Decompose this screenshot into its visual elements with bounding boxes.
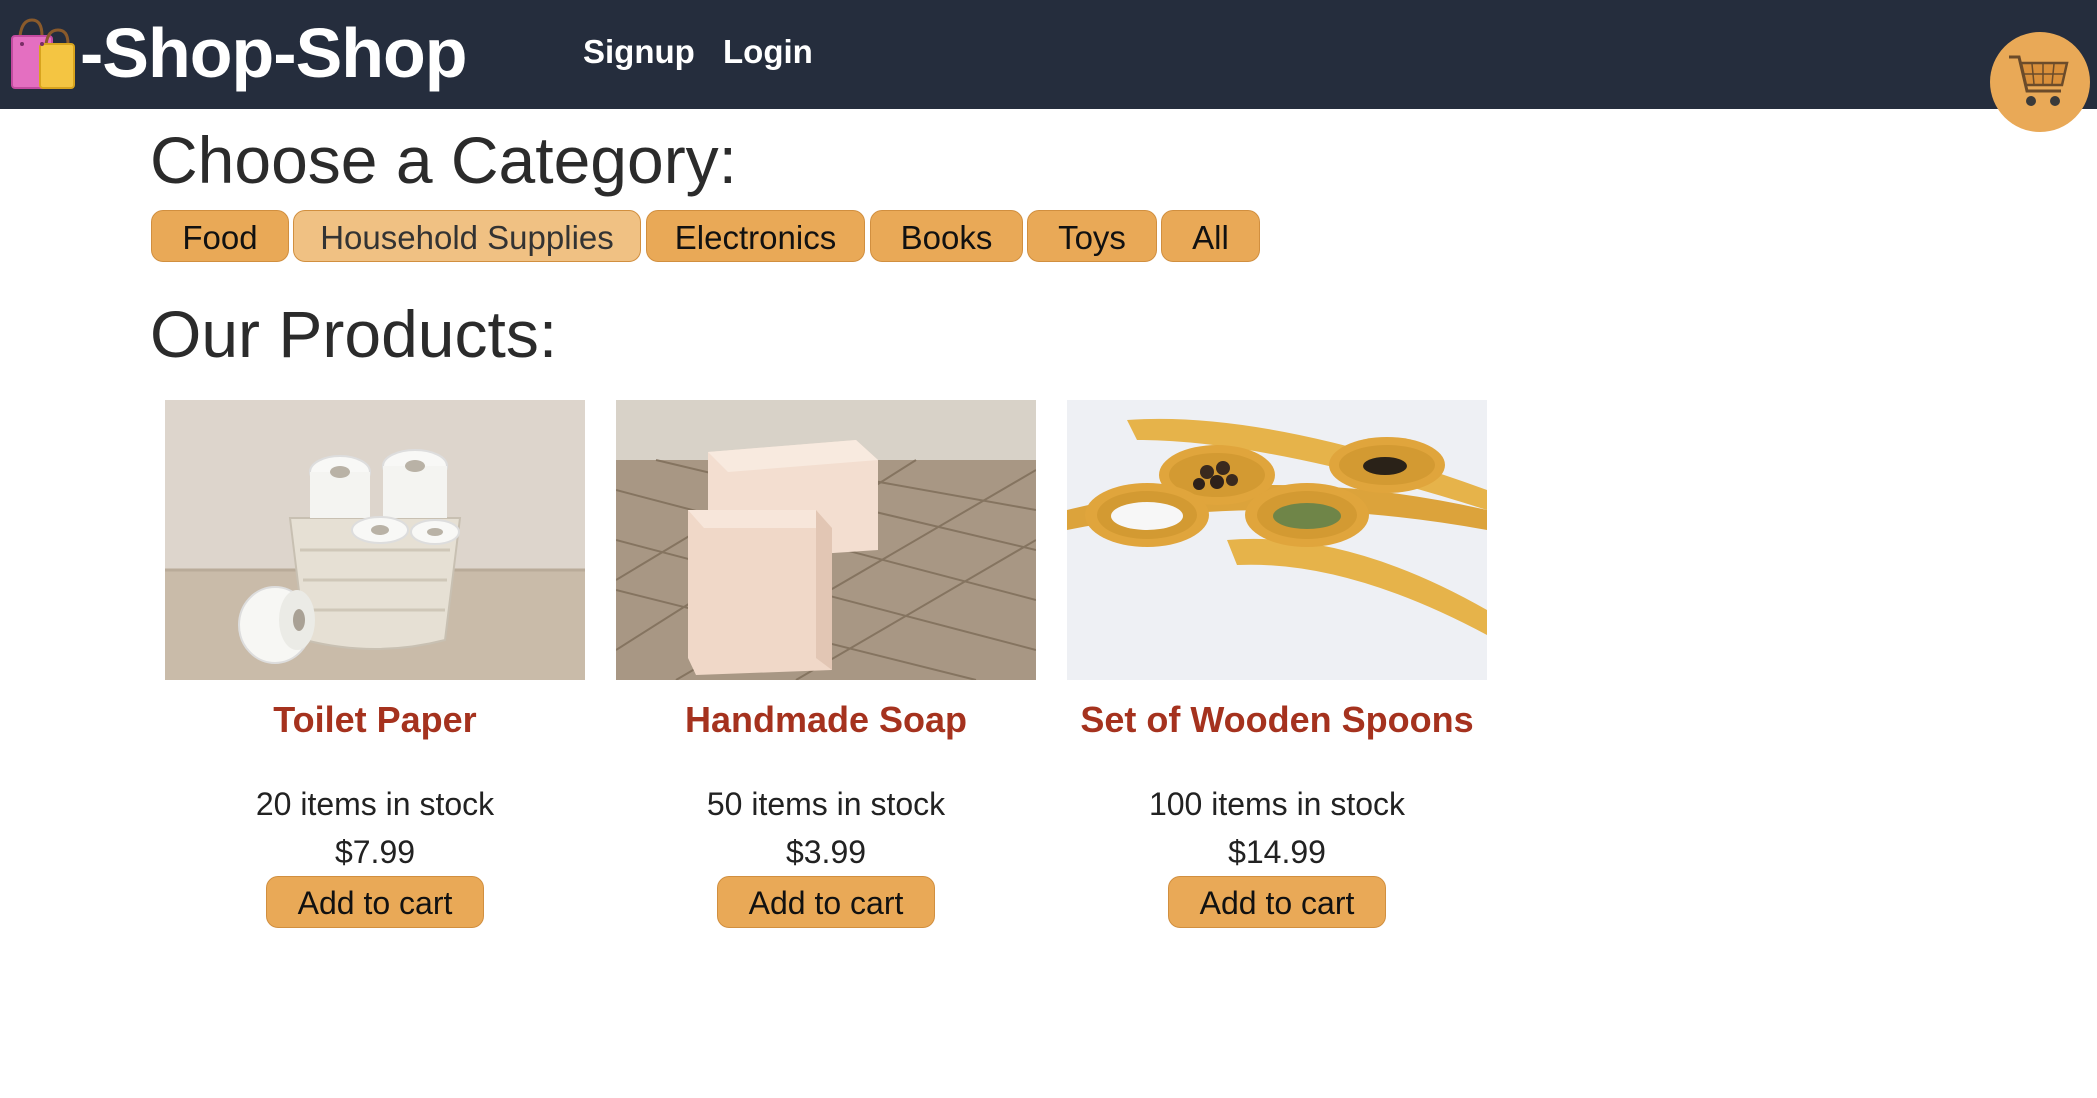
product-name[interactable]: Handmade Soap <box>616 698 1036 742</box>
product-name[interactable]: Toilet Paper <box>165 698 585 742</box>
cart-button[interactable] <box>1990 32 2090 132</box>
add-to-cart-button[interactable]: Add to cart <box>717 876 935 928</box>
shopping-bags-icon <box>11 18 75 89</box>
product-card: Handmade Soap 50 items in stock $3.99 Ad… <box>616 400 1036 928</box>
add-to-cart-button[interactable]: Add to cart <box>266 876 484 928</box>
product-card: Set of Wooden Spoons 100 items in stock … <box>1067 400 1487 928</box>
signup-link[interactable]: Signup <box>583 32 695 72</box>
category-button-toys[interactable]: Toys <box>1027 210 1157 262</box>
toilet-paper-image[interactable] <box>165 400 585 680</box>
product-stock: 20 items in stock <box>255 786 495 822</box>
category-button-electronics[interactable]: Electronics <box>646 210 865 262</box>
product-price: $14.99 <box>1228 834 1326 870</box>
category-heading: Choose a Category: <box>150 123 738 197</box>
login-link[interactable]: Login <box>723 32 813 72</box>
product-card: Toilet Paper 20 items in stock $7.99 Add… <box>165 400 585 928</box>
add-to-cart-button[interactable]: Add to cart <box>1168 876 1386 928</box>
product-price: $3.99 <box>785 834 867 870</box>
product-name[interactable]: Set of Wooden Spoons <box>1067 698 1487 742</box>
top-navbar: -Shop-Shop Signup Login <box>0 0 2097 109</box>
wooden-spoons-image[interactable] <box>1067 400 1487 680</box>
soap-image[interactable] <box>616 400 1036 680</box>
product-stock: 100 items in stock <box>1148 786 1406 822</box>
brand-name: -Shop-Shop <box>80 14 468 92</box>
product-price: $7.99 <box>334 834 416 870</box>
category-button-household-supplies[interactable]: Household Supplies <box>293 210 641 262</box>
category-button-books[interactable]: Books <box>870 210 1023 262</box>
product-stock: 50 items in stock <box>706 786 946 822</box>
products-heading: Our Products: <box>150 297 558 371</box>
category-button-all[interactable]: All <box>1161 210 1260 262</box>
category-button-food[interactable]: Food <box>151 210 289 262</box>
shopping-cart-icon <box>2009 55 2069 106</box>
brand-logo-link[interactable]: -Shop-Shop <box>6 8 468 98</box>
